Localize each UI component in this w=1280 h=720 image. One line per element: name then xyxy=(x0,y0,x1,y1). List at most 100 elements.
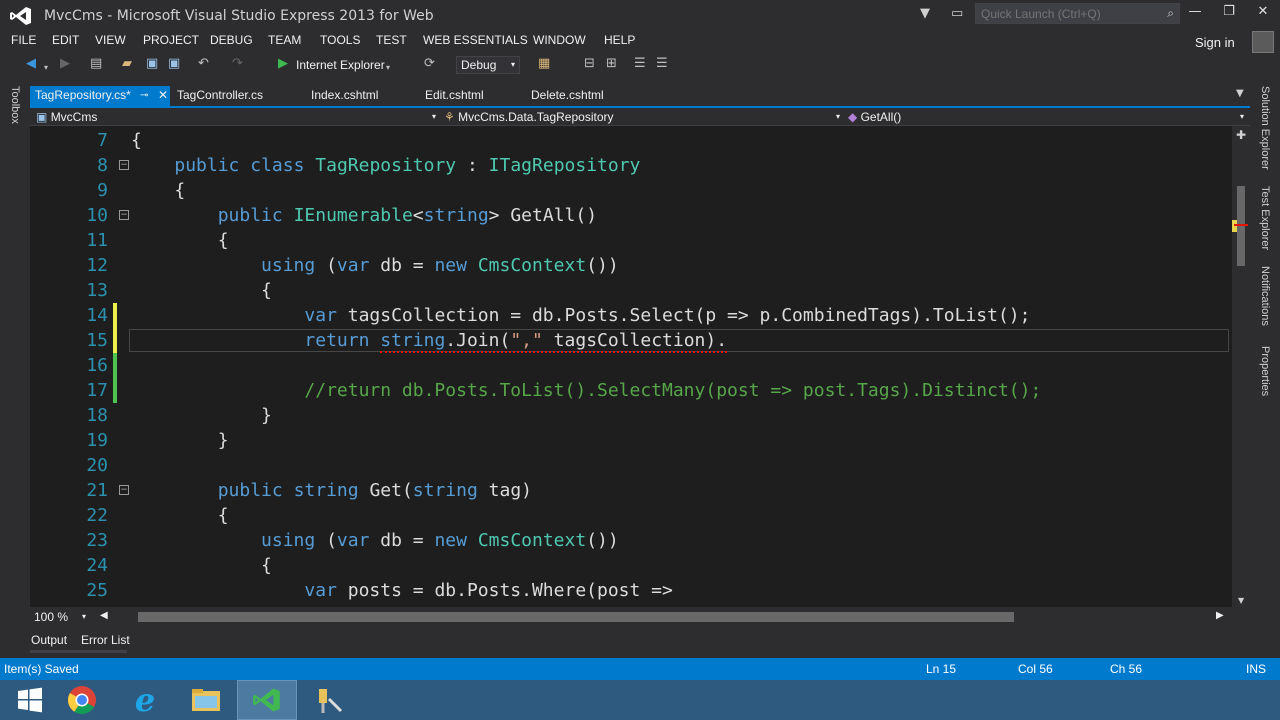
menu-team[interactable]: TEAM xyxy=(268,33,301,47)
redo-icon[interactable]: ↷ xyxy=(232,57,243,71)
code-line[interactable]: 16 xyxy=(30,353,1232,378)
code-line[interactable]: 10 − public IEnumerable<string> GetAll() xyxy=(30,203,1232,228)
uncomment-icon[interactable]: ⊞ xyxy=(606,57,617,71)
code-line[interactable]: 12 using (var db = new CmsContext()) xyxy=(30,253,1232,278)
member-combo[interactable]: ◆ GetAll() ▾ xyxy=(848,109,1244,125)
menu-project[interactable]: PROJECT xyxy=(143,33,199,47)
split-icon[interactable]: ✚ xyxy=(1236,128,1246,142)
scroll-down-icon[interactable]: ▼ xyxy=(1238,596,1244,605)
output-tab[interactable]: Output xyxy=(31,633,67,647)
menu-view[interactable]: VIEW xyxy=(95,33,126,47)
vertical-scroll-thumb[interactable] xyxy=(1237,186,1245,266)
tab-index[interactable]: Index.cshtml xyxy=(306,86,416,106)
code-line[interactable]: 9 { xyxy=(30,178,1232,203)
close-icon[interactable]: ✕ xyxy=(158,86,168,105)
undo-icon[interactable]: ↶ xyxy=(198,57,209,71)
notifications-tab[interactable]: Notifications xyxy=(1259,266,1271,326)
menu-test[interactable]: TEST xyxy=(376,33,407,47)
code-line[interactable]: 7{ xyxy=(30,128,1232,153)
toolbox-tab[interactable]: Toolbox xyxy=(9,86,21,124)
pin-icon[interactable]: ⊸ xyxy=(140,86,148,105)
tab-delete[interactable]: Delete.cshtml xyxy=(526,86,636,106)
refresh-icon[interactable]: ⟳ xyxy=(424,57,435,71)
back-dropdown-icon[interactable]: ▾ xyxy=(44,61,48,75)
solution-configuration-select[interactable]: Debug ▾ xyxy=(456,56,520,74)
collapse-icon[interactable]: − xyxy=(119,160,129,170)
open-file-icon[interactable]: ▰ xyxy=(122,57,132,71)
code-line[interactable]: 15 return string.Join("," tagsCollection… xyxy=(30,328,1232,353)
code-line[interactable]: 8 − public class TagRepository : ITagRepo… xyxy=(30,153,1232,178)
quick-launch[interactable]: ⌕ xyxy=(975,3,1180,24)
menu-file[interactable]: FILE xyxy=(11,33,36,47)
decrease-indent-icon[interactable]: ☰ xyxy=(634,57,646,71)
collapse-icon[interactable]: − xyxy=(119,485,129,495)
menu-edit[interactable]: EDIT xyxy=(52,33,79,47)
scroll-right-icon[interactable]: ▶ xyxy=(1216,610,1224,621)
test-explorer-tab[interactable]: Test Explorer xyxy=(1259,186,1271,250)
menu-bar: FILE EDIT VIEW PROJECT DEBUG TEAM TOOLS … xyxy=(0,30,1280,52)
tab-tagcontroller[interactable]: TagController.cs xyxy=(172,86,302,106)
quick-launch-input[interactable] xyxy=(976,4,1156,23)
code-line[interactable]: 20 xyxy=(30,453,1232,478)
code-line[interactable]: 17 //return db.Posts.ToList().SelectMany… xyxy=(30,378,1232,403)
filter-icon[interactable]: ▼ xyxy=(920,6,930,21)
close-button[interactable]: ✕ xyxy=(1248,4,1278,19)
code-line[interactable]: 22 { xyxy=(30,503,1232,528)
zoom-level[interactable]: 100 % xyxy=(34,610,68,624)
menu-debug[interactable]: DEBUG xyxy=(210,33,253,47)
tab-edit[interactable]: Edit.cshtml xyxy=(420,86,530,106)
save-all-icon[interactable]: ▣ xyxy=(168,57,180,71)
code-line[interactable]: 13 { xyxy=(30,278,1232,303)
type-combo[interactable]: ⚘ MvcCms.Data.TagRepository ▾ xyxy=(444,109,840,125)
increase-indent-icon[interactable]: ☰ xyxy=(656,57,668,71)
internet-explorer-taskbar-button[interactable]: e xyxy=(115,680,175,720)
horizontal-scroll-thumb[interactable] xyxy=(138,612,1014,622)
save-icon[interactable]: ▣ xyxy=(146,57,158,71)
tab-overflow-icon[interactable]: ▼ xyxy=(1236,88,1244,99)
browser-dropdown-icon[interactable]: ▾ xyxy=(386,61,390,75)
restore-button[interactable]: ❐ xyxy=(1214,4,1244,19)
code-line[interactable]: 25 var posts = db.Posts.Where(post => xyxy=(30,578,1232,603)
browser-select[interactable]: Internet Explorer xyxy=(296,58,385,72)
chrome-taskbar-button[interactable] xyxy=(52,680,112,720)
avatar[interactable] xyxy=(1252,31,1274,53)
menu-help[interactable]: HELP xyxy=(604,33,635,47)
collapse-icon[interactable]: − xyxy=(119,210,129,220)
code-editor[interactable]: 7{8− public class TagRepository : ITagRe… xyxy=(30,126,1232,607)
visual-studio-taskbar-button[interactable] xyxy=(237,680,297,720)
zoom-dropdown-icon[interactable]: ▾ xyxy=(82,612,86,621)
start-button[interactable] xyxy=(0,680,60,720)
forward-icon[interactable]: ▶ xyxy=(60,57,70,71)
properties-tab[interactable]: Properties xyxy=(1259,346,1271,396)
bottom-panel-tabs: Output Error List xyxy=(0,630,1280,658)
back-icon[interactable]: ◀ xyxy=(26,57,36,71)
chevron-down-icon: ▾ xyxy=(510,60,515,69)
solution-explorer-tab[interactable]: Solution Explorer xyxy=(1259,86,1271,170)
minimize-button[interactable]: — xyxy=(1180,4,1210,19)
tools-taskbar-button[interactable] xyxy=(298,680,358,720)
menu-web-essentials[interactable]: WEB ESSENTIALS xyxy=(423,33,528,47)
code-line[interactable]: 23 using (var db = new CmsContext()) xyxy=(30,528,1232,553)
find-in-files-icon[interactable]: ▦ xyxy=(538,57,550,71)
start-debug-icon[interactable]: ▶ xyxy=(278,57,288,71)
code-line[interactable]: 18 } xyxy=(30,403,1232,428)
code-line[interactable]: 21 − public string Get(string tag) xyxy=(30,478,1232,503)
tab-tagrepository[interactable]: TagRepository.cs* ⊸ ✕ xyxy=(30,86,170,106)
sign-in-link[interactable]: Sign in xyxy=(1195,35,1235,50)
feedback-icon[interactable]: ▭ xyxy=(951,6,963,21)
new-project-icon[interactable]: ▤ xyxy=(90,57,102,71)
code-line[interactable]: 19 } xyxy=(30,428,1232,453)
error-list-tab[interactable]: Error List xyxy=(81,633,130,647)
comment-icon[interactable]: ⊟ xyxy=(584,57,595,71)
file-explorer-taskbar-button[interactable] xyxy=(176,680,236,720)
search-icon[interactable]: ⌕ xyxy=(1167,6,1174,21)
project-combo[interactable]: ▣ MvcCms ▾ xyxy=(36,109,436,125)
menu-tools[interactable]: TOOLS xyxy=(320,33,360,47)
status-line: Ln 15 xyxy=(926,662,957,676)
code-line[interactable]: 14 var tagsCollection = db.Posts.Select(… xyxy=(30,303,1232,328)
scroll-left-icon[interactable]: ◀ xyxy=(100,610,108,621)
vertical-scrollbar[interactable]: ✚ ▼ xyxy=(1232,126,1250,607)
code-line[interactable]: 24 { xyxy=(30,553,1232,578)
code-line[interactable]: 11 { xyxy=(30,228,1232,253)
menu-window[interactable]: WINDOW xyxy=(533,33,586,47)
